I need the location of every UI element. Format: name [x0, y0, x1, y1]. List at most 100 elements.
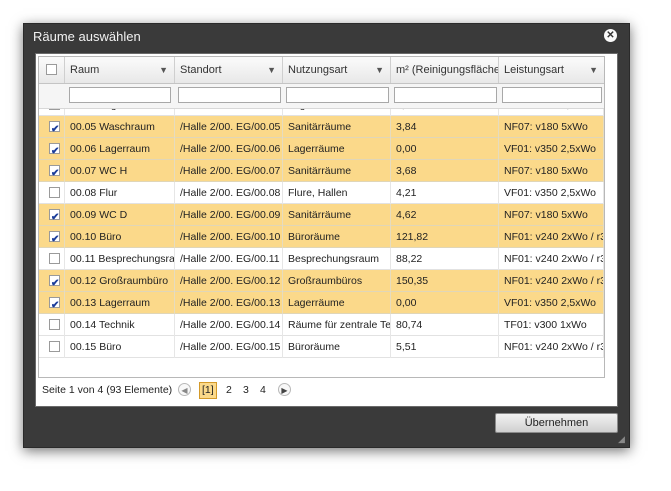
column-header-raum[interactable]: Raum ▼	[65, 57, 175, 83]
page-3[interactable]: 3	[243, 379, 249, 401]
cell-leistungsart: NF07: v180 5xWo	[499, 116, 604, 138]
filter-leistungsart-input[interactable]	[502, 87, 602, 103]
filter-icon[interactable]: ▼	[375, 57, 384, 83]
row-checkbox[interactable]	[49, 163, 60, 182]
row-checkbox[interactable]	[49, 119, 60, 138]
column-header-flaeche[interactable]: m² (Reinigungsfläche)	[391, 57, 499, 83]
column-header-nutzungsart[interactable]: Nutzungsart ▼	[283, 57, 391, 83]
row-checkbox[interactable]	[49, 273, 60, 292]
column-header-standort[interactable]: Standort ▼	[175, 57, 283, 83]
chevron-right-icon[interactable]: ▶	[278, 383, 291, 396]
filter-flaeche-input[interactable]	[394, 87, 497, 103]
cell-flaeche: 4,21	[391, 182, 499, 204]
row-select-cell[interactable]	[39, 138, 65, 160]
row-checkbox[interactable]	[49, 187, 60, 198]
cell-flaeche: 121,82	[391, 226, 499, 248]
filter-icon[interactable]: ▼	[589, 57, 598, 83]
column-label: Raum	[70, 64, 100, 76]
filter-standort-input[interactable]	[178, 87, 281, 103]
chevron-left-icon[interactable]: ◀	[178, 383, 191, 396]
table-row[interactable]: 00.09 WC D/Halle 2/00. EG/00.09Sanitärrä…	[39, 204, 604, 226]
table-row[interactable]: 00.08 Flur/Halle 2/00. EG/00.08 Flure, Ha…	[39, 182, 604, 204]
row-select-cell[interactable]	[39, 248, 65, 270]
cell-raum: 00.07 WC H	[65, 160, 175, 182]
filter-icon[interactable]: ▼	[267, 57, 276, 83]
resize-grip-icon[interactable]: ◢	[618, 434, 625, 445]
cell-raum: 00.11 Besprechungsraum	[65, 248, 175, 270]
cell-nutzungsart: Flure, Hallen	[283, 182, 391, 204]
row-checkbox[interactable]	[49, 207, 60, 226]
close-icon[interactable]: ✕	[604, 29, 617, 42]
ok-button[interactable]: Übernehmen	[495, 413, 618, 433]
rooms-grid: Raum ▼ Standort ▼ Nutzungsart ▼ m² (Rein…	[38, 56, 605, 378]
table-row[interactable]: 00.11 Besprechungsraum/Halle 2/00. EG/00…	[39, 248, 604, 270]
cell-standort: /Halle 2/00. EG/00.15	[175, 336, 283, 358]
row-select-cell[interactable]	[39, 204, 65, 226]
column-label: Standort	[180, 64, 222, 76]
cell-nutzungsart: Großraumbüros	[283, 270, 391, 292]
select-all-checkbox[interactable]	[46, 64, 57, 75]
cell-standort: /Halle 2/00. EG/00.06	[175, 138, 283, 160]
cell-nutzungsart: Büroräume	[283, 336, 391, 358]
cell-raum: 00.08 Flur	[65, 182, 175, 204]
cell-raum: 00.06 Lagerraum	[65, 138, 175, 160]
table-row[interactable]: 00.06 Lagerraum/Halle 2/00. EG/00.06Lage…	[39, 138, 604, 160]
row-select-cell[interactable]	[39, 116, 65, 138]
filter-nutzungsart-input[interactable]	[286, 87, 389, 103]
column-header-leistungsart[interactable]: Leistungsart ▼	[499, 57, 604, 83]
row-select-cell[interactable]	[39, 314, 65, 336]
cell-nutzungsart: Sanitärräume	[283, 160, 391, 182]
cell-flaeche: 0,00	[391, 292, 499, 314]
header-select-all[interactable]	[39, 57, 65, 83]
table-row[interactable]: 00.15 Büro/Halle 2/00. EG/00.15 Büroräume…	[39, 336, 604, 358]
column-label: Leistungsart	[504, 64, 564, 76]
row-checkbox[interactable]	[49, 109, 60, 110]
page-2[interactable]: 2	[226, 379, 232, 401]
cell-leistungsart: VF01: v350 2,5xWo	[499, 109, 604, 116]
cell-leistungsart: NF01: v240 2xWo / r3	[499, 336, 604, 358]
cell-raum: 00.15 Büro	[65, 336, 175, 358]
row-checkbox[interactable]	[49, 229, 60, 248]
cell-leistungsart: NF01: v240 2xWo / r3	[499, 270, 604, 292]
row-checkbox[interactable]	[49, 295, 60, 314]
pager-info: Seite 1 von 4 (93 Elemente)	[42, 384, 173, 396]
column-label: m² (Reinigungsfläche)	[396, 64, 499, 76]
row-select-cell[interactable]	[39, 182, 65, 204]
filter-raum-input[interactable]	[69, 87, 171, 103]
cell-nutzungsart: Sanitärräume	[283, 204, 391, 226]
filter-row	[39, 84, 604, 109]
cell-flaeche: 3,84	[391, 116, 499, 138]
row-select-cell[interactable]	[39, 270, 65, 292]
cell-raum: 00.13 Lagerraum	[65, 292, 175, 314]
pager: Seite 1 von 4 (93 Elemente) ◀ [1] 2 3 4 …	[38, 379, 603, 401]
cell-leistungsart: NF01: v240 2xWo / r3	[499, 226, 604, 248]
table-row[interactable]: 00.13 Lagerraum/Halle 2/00. EG/00.13Lage…	[39, 292, 604, 314]
row-select-cell[interactable]	[39, 292, 65, 314]
cell-nutzungsart: Besprechungsraum	[283, 248, 391, 270]
table-row[interactable]: 00.04 Lagerraum/Halle 2/00. EG/00.04Lage…	[39, 109, 604, 116]
cell-leistungsart: NF07: v180 5xWo	[499, 204, 604, 226]
table-row[interactable]: 00.07 WC H/Halle 2/00. EG/00.07Sanitärrä…	[39, 160, 604, 182]
filter-icon[interactable]: ▼	[159, 57, 168, 83]
row-checkbox[interactable]	[49, 141, 60, 160]
row-checkbox[interactable]	[49, 341, 60, 352]
page-4[interactable]: 4	[260, 379, 266, 401]
row-select-cell[interactable]	[39, 226, 65, 248]
page-1[interactable]: [1]	[199, 382, 217, 399]
cell-flaeche: 0,00	[391, 109, 499, 116]
cell-flaeche: 88,22	[391, 248, 499, 270]
cell-leistungsart: VF01: v350 2,5xWo	[499, 138, 604, 160]
cell-flaeche: 0,00	[391, 138, 499, 160]
row-checkbox[interactable]	[49, 319, 60, 330]
cell-leistungsart: TF01: v300 1xWo	[499, 314, 604, 336]
table-row[interactable]: 00.12 Großraumbüro/Halle 2/00. EG/00.12G…	[39, 270, 604, 292]
table-row[interactable]: 00.14 Technik/Halle 2/00. EG/00.14 Räume …	[39, 314, 604, 336]
row-select-cell[interactable]	[39, 160, 65, 182]
row-select-cell[interactable]	[39, 109, 65, 116]
cell-leistungsart: VF01: v350 2,5xWo	[499, 292, 604, 314]
table-row[interactable]: 00.05 Waschraum/Halle 2/00. EG/00.05Sani…	[39, 116, 604, 138]
cell-standort: /Halle 2/00. EG/00.04	[175, 109, 283, 116]
table-row[interactable]: 00.10 Büro/Halle 2/00. EG/00.10Büroräume…	[39, 226, 604, 248]
row-checkbox[interactable]	[49, 253, 60, 264]
row-select-cell[interactable]	[39, 336, 65, 358]
